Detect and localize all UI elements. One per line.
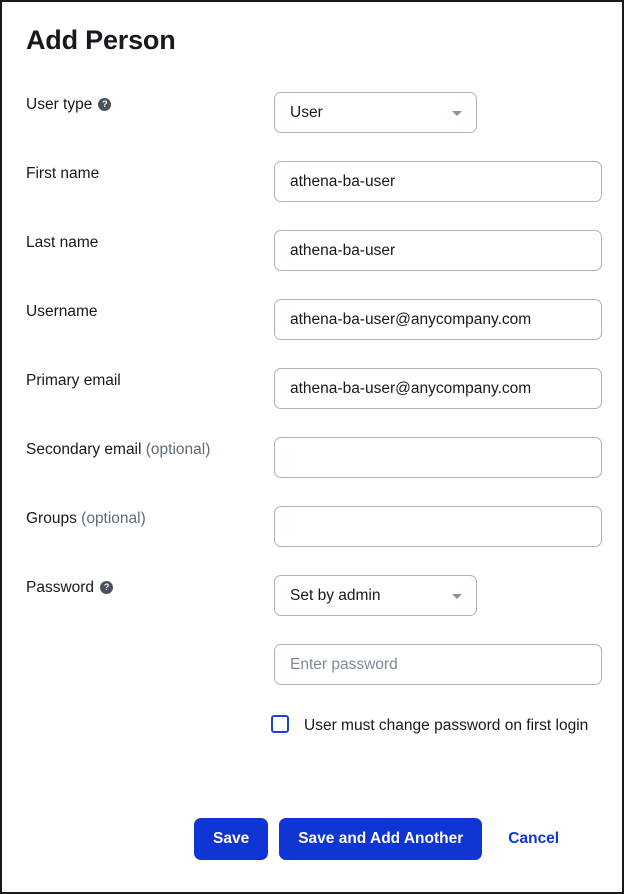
- input-primary-email[interactable]: [274, 368, 602, 409]
- label-text-groups: Groups: [26, 510, 77, 527]
- control-wrap-first-name: [274, 161, 602, 202]
- control-wrap-password-input: [274, 644, 602, 685]
- control-wrap-groups: [274, 506, 602, 547]
- chevron-down-icon: [452, 593, 462, 599]
- control-wrap-secondary-email: [274, 437, 602, 478]
- select-value-password: Set by admin: [290, 587, 381, 604]
- input-username[interactable]: [274, 299, 602, 340]
- label-secondary-email: Secondary email (optional): [26, 440, 210, 460]
- control-wrap-username: [274, 299, 602, 340]
- label-text-password: Password: [26, 579, 95, 596]
- label-text-secondary-email: Secondary email: [26, 441, 142, 458]
- label-last-name: Last name: [26, 233, 98, 253]
- page-title: Add Person: [26, 25, 176, 55]
- save-and-add-another-button[interactable]: Save and Add Another: [279, 818, 483, 860]
- control-wrap-user-type: User: [274, 92, 477, 133]
- label-text-primary-email: Primary email: [26, 372, 121, 389]
- form-actions: Save Save and Add Another Cancel: [194, 818, 567, 860]
- optional-tag-secondary-email: (optional): [145, 441, 211, 458]
- panel-body: Add Person User type? User First name Last …: [2, 2, 622, 892]
- control-wrap-last-name: [274, 230, 602, 271]
- label-user-type: User type?: [26, 95, 112, 115]
- input-groups[interactable]: [274, 506, 602, 547]
- label-password: Password?: [26, 578, 114, 598]
- force-password-change-label[interactable]: User must change password on first login: [304, 712, 603, 739]
- help-icon[interactable]: ?: [98, 98, 112, 111]
- label-groups: Groups (optional): [26, 509, 146, 529]
- select-password[interactable]: Set by admin: [274, 575, 477, 616]
- cancel-button[interactable]: Cancel: [500, 818, 567, 860]
- force-password-change-checkbox[interactable]: [271, 715, 289, 733]
- help-icon[interactable]: ?: [100, 581, 114, 594]
- label-first-name: First name: [26, 164, 99, 184]
- select-user-type[interactable]: User: [274, 92, 477, 133]
- password-input[interactable]: [274, 644, 602, 685]
- optional-tag-groups: (optional): [81, 510, 146, 527]
- add-person-panel: Add Person User type? User First name Last …: [0, 0, 624, 894]
- force-password-change-row: User must change password on first login: [271, 712, 603, 739]
- label-text-user-type: User type: [26, 96, 93, 113]
- label-text-last-name: Last name: [26, 234, 99, 251]
- chevron-down-icon: [452, 110, 462, 116]
- save-button[interactable]: Save: [194, 818, 269, 860]
- label-text-username: Username: [26, 303, 98, 320]
- label-username: Username: [26, 302, 98, 322]
- control-wrap-password: Set by admin: [274, 575, 477, 616]
- label-primary-email: Primary email: [26, 371, 121, 391]
- input-last-name[interactable]: [274, 230, 602, 271]
- label-text-first-name: First name: [26, 165, 100, 182]
- input-first-name[interactable]: [274, 161, 602, 202]
- select-value-user-type: User: [290, 104, 323, 121]
- input-secondary-email[interactable]: [274, 437, 602, 478]
- control-wrap-primary-email: [274, 368, 602, 409]
